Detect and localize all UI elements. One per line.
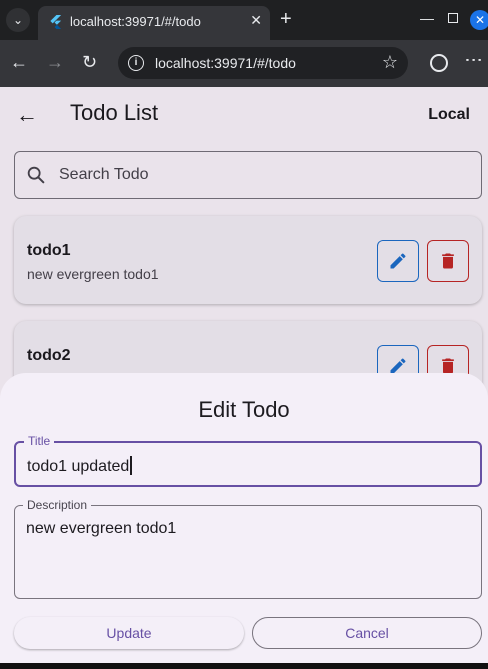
tab-title: localhost:39971/#/todo [70, 14, 201, 29]
title-field-value: todo1 updated [27, 458, 130, 475]
profile-icon[interactable] [430, 54, 448, 72]
edit-todo-sheet: Edit Todo Title todo1 updated Descriptio… [0, 373, 488, 663]
browser-toolbar: ← → ↻ i localhost:39971/#/todo ☆ ⋮ [0, 40, 488, 87]
cancel-button[interactable]: Cancel [252, 617, 482, 649]
address-bar[interactable]: i localhost:39971/#/todo ☆ [118, 47, 408, 79]
back-arrow-icon[interactable]: ← [10, 52, 28, 72]
tab-search-button[interactable]: ⌄ [6, 8, 30, 32]
bookmark-star-icon[interactable]: ☆ [382, 52, 398, 73]
browser-tab[interactable]: localhost:39971/#/todo ✕ [38, 6, 270, 40]
description-field[interactable]: Description new evergreen todo1 [14, 498, 482, 599]
window-close-icon[interactable]: ✕ [470, 10, 488, 30]
text-caret [130, 456, 132, 475]
description-field-value: new evergreen todo1 [26, 520, 177, 537]
address-url: localhost:39971/#/todo [155, 55, 296, 71]
title-field-value-wrap: todo1 updated [27, 456, 132, 476]
title-field[interactable]: Title todo1 updated [14, 434, 482, 487]
flutter-favicon-icon [50, 14, 62, 29]
forward-arrow-icon[interactable]: → [46, 52, 64, 72]
maximize-icon[interactable] [448, 13, 458, 23]
browser-tab-bar: ⌄ localhost:39971/#/todo ✕ + — ✕ [0, 0, 488, 40]
kebab-menu-icon[interactable]: ⋮ [464, 51, 484, 69]
tab-close-icon[interactable]: ✕ [250, 12, 262, 29]
bottom-edge [0, 663, 488, 669]
title-field-label: Title [24, 434, 55, 448]
site-info-icon[interactable]: i [128, 55, 144, 71]
minimize-icon[interactable]: — [420, 10, 434, 26]
new-tab-plus-icon[interactable]: + [280, 8, 292, 30]
reload-icon[interactable]: ↻ [82, 52, 97, 72]
app-viewport: ← Todo List Local Search Todo todo1 new … [0, 87, 488, 663]
update-button[interactable]: Update [14, 617, 244, 649]
description-field-label: Description [23, 498, 92, 512]
sheet-title: Edit Todo [198, 397, 290, 422]
